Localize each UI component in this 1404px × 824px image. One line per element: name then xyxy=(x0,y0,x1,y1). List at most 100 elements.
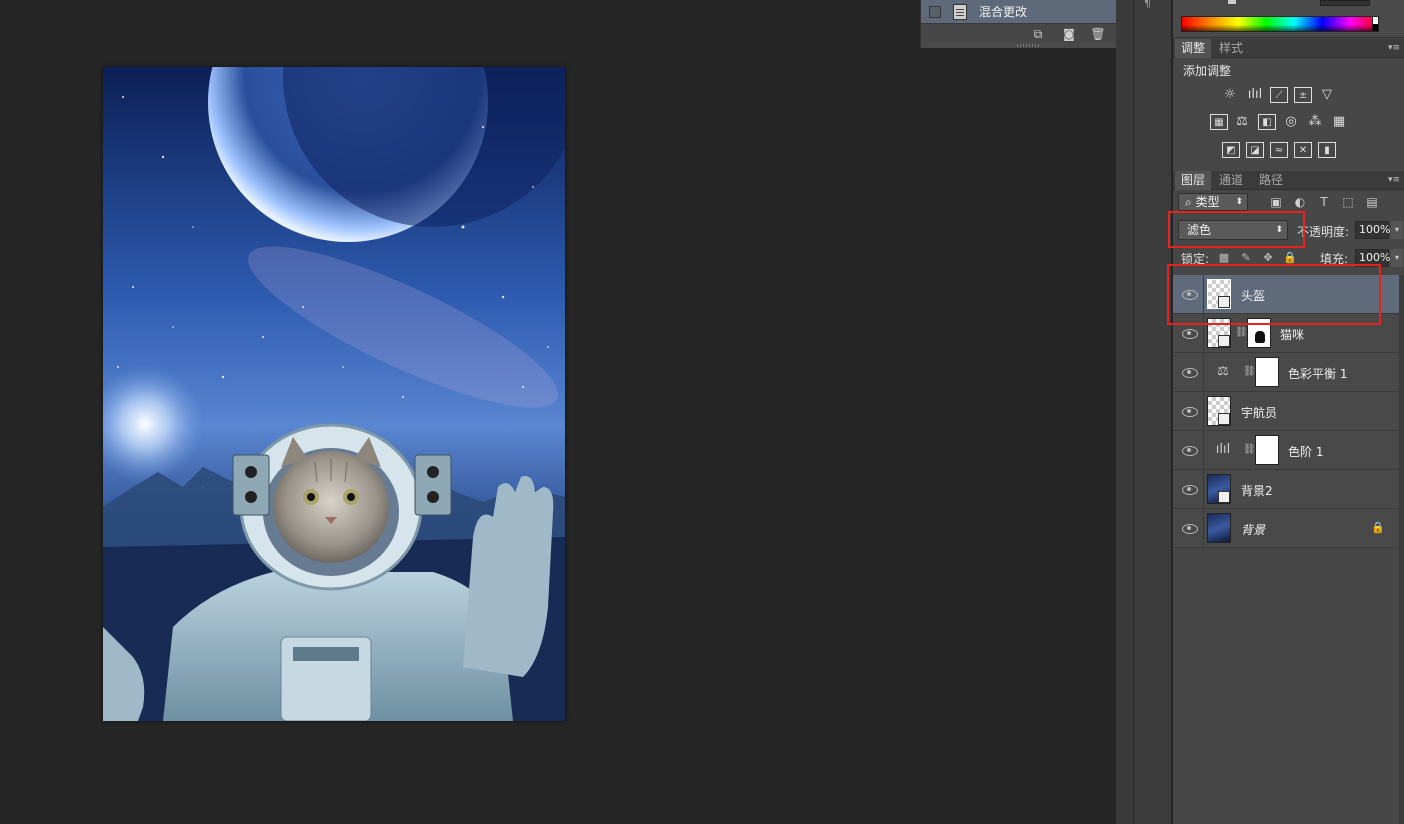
add-adjustment-title: 添加调整 xyxy=(1183,64,1232,78)
gradient-map-icon[interactable]: ▮ xyxy=(1318,142,1336,158)
vibrance-icon[interactable]: ▽ xyxy=(1318,87,1336,103)
trash-icon[interactable]: 🗑 xyxy=(1090,27,1106,41)
new-document-from-state-icon[interactable]: ⧉ xyxy=(1030,27,1046,41)
chevron-updown-icon: ⬍ xyxy=(1235,197,1243,207)
history-panel: 混合更改 ▼ ⧉ ◙ 🗑 xyxy=(920,0,1133,48)
helmet-layer-highlight-box xyxy=(1167,264,1381,325)
panel-dock-strip: ¶ xyxy=(1133,0,1172,824)
tab-paths[interactable]: 路径 xyxy=(1253,171,1289,190)
layer-row-levels[interactable]: ılıl ⛓ 色阶 1 xyxy=(1173,431,1399,470)
layers-scrollbar[interactable] xyxy=(1399,275,1404,824)
document-icon xyxy=(953,3,967,20)
row-divider xyxy=(1203,431,1204,470)
link-chain-icon[interactable]: ⛓ xyxy=(1235,326,1248,340)
photo-filter-icon[interactable]: ◎ xyxy=(1282,114,1300,130)
tab-adjustments[interactable]: 调整 xyxy=(1175,39,1212,58)
layer-name: 宇航员 xyxy=(1241,406,1278,420)
pixel-layer-filter-icon[interactable]: ▣ xyxy=(1269,195,1283,209)
tab-styles[interactable]: 样式 xyxy=(1213,39,1249,58)
selective-color-icon[interactable]: ✕ xyxy=(1294,142,1312,158)
color-lookup-icon[interactable]: ▦ xyxy=(1330,114,1348,130)
layer-row-background[interactable]: 背景 🔒 xyxy=(1173,509,1399,548)
link-chain-icon[interactable]: ⛓ xyxy=(1243,365,1256,379)
invert-icon[interactable]: ◩ xyxy=(1222,142,1240,158)
color-panel xyxy=(1173,0,1404,38)
hue-saturation-icon[interactable]: ▦ xyxy=(1210,114,1228,130)
layer-name: 背景 xyxy=(1241,523,1266,537)
posterize-icon[interactable]: ◪ xyxy=(1246,142,1264,158)
opacity-dropdown-icon[interactable]: ▾ xyxy=(1391,221,1403,239)
layers-tabs: 图层 通道 路径 ▾≡ xyxy=(1173,171,1404,190)
visibility-eye-icon[interactable] xyxy=(1182,327,1198,339)
threshold-icon[interactable]: ≈ xyxy=(1270,142,1288,158)
adjustment-layer-filter-icon[interactable]: ◐ xyxy=(1293,195,1307,209)
layer-thumbnail xyxy=(1207,513,1231,543)
history-footer: ⧉ ◙ 🗑 xyxy=(921,23,1133,43)
color-spectrum[interactable] xyxy=(1181,16,1379,32)
row-divider xyxy=(1203,509,1204,548)
panel-menu-icon[interactable]: ▾≡ xyxy=(1388,41,1400,55)
opacity-field[interactable]: 100% xyxy=(1355,221,1390,239)
layer-mask-thumbnail[interactable] xyxy=(1255,357,1279,387)
smart-object-filter-icon[interactable]: ▤ xyxy=(1365,195,1379,209)
tab-channels[interactable]: 通道 xyxy=(1213,171,1249,190)
lock-all-icon[interactable]: 🔒 xyxy=(1283,251,1297,265)
filter-kind-label: 类型 xyxy=(1195,195,1220,209)
search-icon: ⌕ xyxy=(1185,195,1196,209)
visibility-eye-icon[interactable] xyxy=(1182,522,1198,534)
visibility-eye-icon[interactable] xyxy=(1182,483,1198,495)
lock-position-icon[interactable]: ✥ xyxy=(1261,251,1275,265)
layer-filter-bar: ⌕ 类型 ⬍ ▣ ◐ T ⬚ ▤ xyxy=(1173,191,1404,213)
link-chain-icon[interactable]: ⛓ xyxy=(1243,443,1256,457)
canvas-vertical-scrollbar[interactable] xyxy=(1116,0,1133,824)
layer-thumbnail xyxy=(1207,396,1231,426)
color-slider-thumb[interactable] xyxy=(1228,0,1236,4)
layer-thumbnail xyxy=(1207,474,1231,504)
lock-icon: 🔒 xyxy=(1371,521,1385,534)
layer-name: 背景2 xyxy=(1241,484,1273,498)
lock-transparent-pixels-icon[interactable]: ▩ xyxy=(1217,251,1231,265)
layer-row-background2[interactable]: 背景2 xyxy=(1173,470,1399,509)
document-canvas[interactable] xyxy=(103,67,565,721)
camera-icon[interactable]: ◙ xyxy=(1061,27,1077,41)
black-white-icon[interactable]: ◧ xyxy=(1258,114,1276,130)
right-panel: 调整 样式 ▾≡ 添加调整 ☼ ılıl ⟋ ± ▽ ▦ ⚖ ◧ ◎ ⁂ ▦ ◩… xyxy=(1173,0,1404,824)
row-divider xyxy=(1203,353,1204,392)
layer-name: 色彩平衡 1 xyxy=(1288,367,1348,381)
color-value-field[interactable] xyxy=(1320,0,1370,6)
levels-icon[interactable]: ılıl xyxy=(1246,87,1264,103)
layer-row-color-balance[interactable]: ⚖ ⛓ 色彩平衡 1 xyxy=(1173,353,1399,392)
panel-resize-grip[interactable] xyxy=(1017,44,1039,47)
history-item[interactable]: 混合更改 xyxy=(921,0,1117,23)
history-snapshot-checkbox[interactable] xyxy=(929,5,941,18)
visibility-eye-icon[interactable] xyxy=(1182,444,1198,456)
row-divider xyxy=(1203,470,1204,509)
history-item-label: 混合更改 xyxy=(979,5,1028,19)
panel-menu-icon[interactable]: ▾≡ xyxy=(1388,173,1400,187)
paragraph-icon[interactable]: ¶ xyxy=(1144,0,1162,9)
curves-icon[interactable]: ⟋ xyxy=(1270,87,1288,103)
channel-mixer-icon[interactable]: ⁂ xyxy=(1306,114,1324,130)
blend-mode-highlight-box xyxy=(1168,211,1305,248)
black-white-swatch[interactable] xyxy=(1372,16,1379,32)
brightness-contrast-icon[interactable]: ☼ xyxy=(1221,87,1239,103)
layer-row-astronaut[interactable]: 宇航员 xyxy=(1173,392,1399,431)
visibility-eye-icon[interactable] xyxy=(1182,405,1198,417)
tab-layers[interactable]: 图层 xyxy=(1175,171,1212,190)
canvas-artwork xyxy=(103,67,565,721)
shape-layer-filter-icon[interactable]: ⬚ xyxy=(1341,195,1355,209)
adjustments-tabs: 调整 样式 ▾≡ xyxy=(1173,39,1404,58)
type-layer-filter-icon[interactable]: T xyxy=(1317,195,1331,209)
layer-name: 色阶 1 xyxy=(1288,445,1324,459)
layer-filter-kind-select[interactable]: ⌕ 类型 ⬍ xyxy=(1178,193,1248,211)
color-balance-icon[interactable]: ⚖ xyxy=(1233,114,1251,130)
fill-dropdown-icon[interactable]: ▾ xyxy=(1391,249,1403,267)
lock-image-pixels-icon[interactable]: ✎ xyxy=(1239,251,1253,265)
exposure-icon[interactable]: ± xyxy=(1294,87,1312,103)
layer-name: 猫咪 xyxy=(1280,328,1305,342)
layer-mask-thumbnail[interactable] xyxy=(1255,435,1279,465)
levels-icon: ılıl xyxy=(1215,442,1231,457)
row-divider xyxy=(1203,392,1204,431)
color-balance-icon: ⚖ xyxy=(1217,364,1229,379)
visibility-eye-icon[interactable] xyxy=(1182,366,1198,378)
